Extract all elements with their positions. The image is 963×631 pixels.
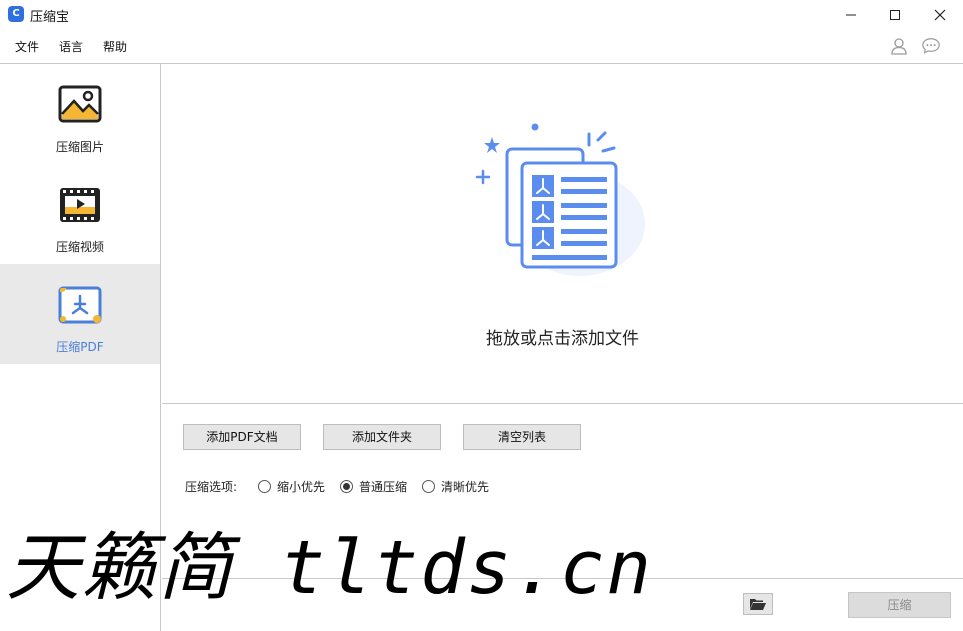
compression-options-label: 压缩选项: <box>185 480 238 494</box>
compress-button[interactable]: 压缩 <box>848 592 951 618</box>
minimize-button[interactable] <box>828 0 874 30</box>
file-drop-zone[interactable]: 拖放或点击添加文件 <box>162 64 963 404</box>
chat-icon[interactable] <box>921 36 941 56</box>
close-button[interactable] <box>917 0 963 30</box>
maximize-button[interactable] <box>872 0 918 30</box>
watermark: 天籁简 tltds.cn <box>6 525 653 611</box>
radio-clarity-priority[interactable]: 清晰优先 <box>422 478 489 494</box>
radio-label: 清晰优先 <box>441 479 490 494</box>
radio-indicator <box>340 479 353 493</box>
radio-indicator <box>422 479 435 493</box>
title-bar: C 压缩宝 <box>0 0 963 30</box>
sidebar-item-label: 压缩图片 <box>55 140 104 154</box>
app-logo-icon: C <box>8 6 24 22</box>
menu-help[interactable]: 帮助 <box>103 38 127 55</box>
drop-zone-hint: 拖放或点击添加文件 <box>486 329 639 349</box>
sidebar-item-compress-video[interactable]: 压缩视频 <box>0 164 160 264</box>
pdf-icon <box>58 286 102 324</box>
video-icon <box>60 188 100 222</box>
radio-normal-compress[interactable]: 普通压缩 <box>340 478 407 494</box>
add-pdf-button[interactable]: 添加PDF文档 <box>183 424 301 450</box>
radio-label: 缩小优先 <box>277 479 326 494</box>
sidebar-item-compress-image[interactable]: 压缩图片 <box>0 64 160 164</box>
menu-bar: 文件 语言 帮助 <box>0 32 963 60</box>
menu-language[interactable]: 语言 <box>59 38 83 55</box>
user-icon[interactable] <box>889 36 909 56</box>
open-output-folder-button[interactable] <box>743 593 773 615</box>
sidebar-item-label: 压缩视频 <box>55 240 104 254</box>
window-title: 压缩宝 <box>30 10 70 25</box>
clear-list-button[interactable]: 清空列表 <box>463 424 581 450</box>
folder-open-icon <box>750 599 766 610</box>
divider <box>162 403 963 404</box>
sidebar-item-compress-pdf[interactable]: 压缩PDF <box>0 264 160 364</box>
radio-label: 普通压缩 <box>359 479 408 494</box>
image-icon <box>58 85 102 123</box>
close-icon <box>934 9 946 21</box>
add-folder-button[interactable]: 添加文件夹 <box>323 424 441 450</box>
sidebar-item-label: 压缩PDF <box>56 340 104 354</box>
menu-file[interactable]: 文件 <box>15 38 39 55</box>
minimize-icon <box>846 14 856 16</box>
maximize-icon <box>890 10 900 20</box>
radio-indicator <box>258 479 271 493</box>
pdf-document-illustration <box>475 123 645 276</box>
radio-size-priority[interactable]: 缩小优先 <box>258 478 325 494</box>
